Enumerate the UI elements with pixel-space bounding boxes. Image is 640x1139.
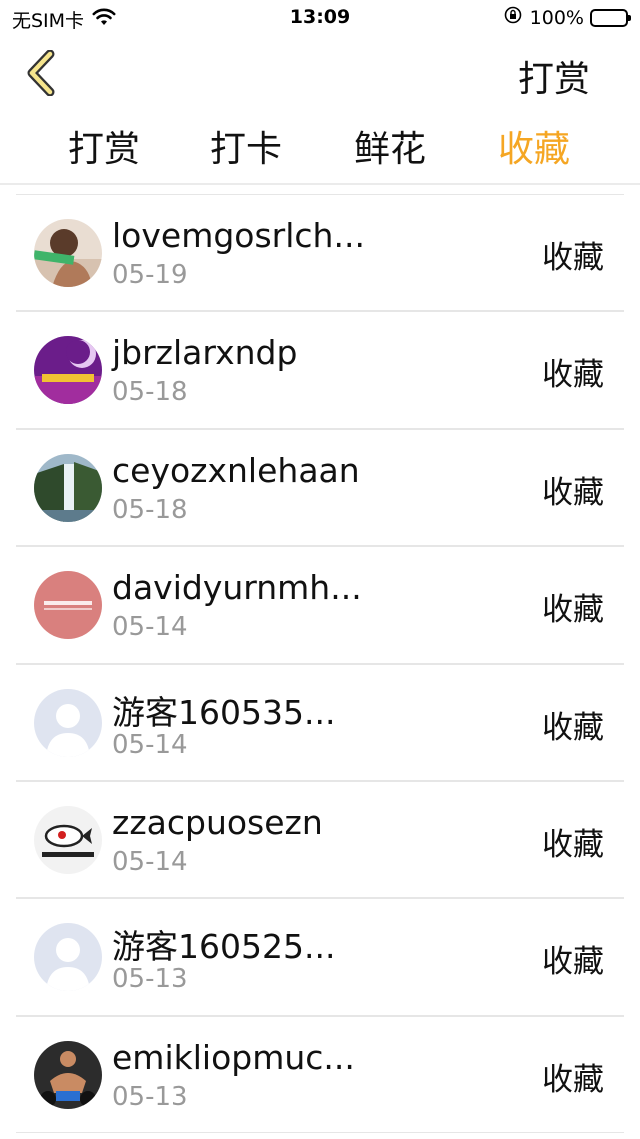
list-item[interactable]: zzacpuosezn 05-14 收藏 [0,780,640,899]
user-name: 游客160525... [112,927,336,967]
battery-percent: 100% [529,6,584,29]
tab-bar: 打赏 打卡 鲜花 收藏 [0,112,640,184]
red-text-badge-icon [34,571,102,640]
status-bar: 无SIM卡 13:09 100% [0,0,640,36]
tab-checkin[interactable]: 打卡 [186,120,306,172]
action-label: 收藏 [542,826,604,863]
chevron-left-icon [27,49,55,97]
date-label: 05-19 [112,260,188,290]
list-item[interactable]: emikliopmuc... 05-13 收藏 [0,1015,640,1134]
list-item[interactable]: 游客160535... 05-14 收藏 [0,663,640,782]
avatar[interactable] [34,1040,102,1109]
avatar[interactable] [34,219,102,287]
date-label: 05-13 [112,1081,188,1112]
action-label: 收藏 [542,474,604,511]
waterfall-icon [34,453,102,522]
avatar[interactable] [34,688,102,757]
default-person-icon [34,688,102,757]
avatar[interactable] [34,336,102,405]
date-label: 05-18 [112,494,188,525]
list-item[interactable]: jbrzlarxndp 05-18 收藏 [0,311,640,430]
photo-athlete-icon [34,1040,102,1109]
back-button[interactable] [22,49,62,97]
favorites-list: lovemgosrlch... 05-19 收藏 jbrzlarxndp 05-… [0,194,640,1134]
battery-icon [590,8,631,27]
action-label: 收藏 [542,1061,604,1098]
list-item[interactable]: 游客160525... 05-13 收藏 [0,898,640,1017]
battery-status: 100% [504,6,631,29]
user-name: 游客160535... [112,692,336,732]
user-name: lovemgosrlch... [112,216,365,255]
tab-favorites[interactable]: 收藏 [474,120,594,172]
whale-rocket-logo-icon [34,805,102,874]
date-label: 05-18 [112,377,188,408]
date-label: 05-14 [112,612,188,643]
page-title: 打赏 [517,59,590,100]
list-item[interactable]: ceyozxnlehaan 05-18 收藏 [0,428,640,547]
list-item[interactable]: lovemgosrlch... 05-19 收藏 [0,194,640,312]
navigation-bar: 打赏 [0,36,640,110]
date-label: 05-14 [112,729,188,760]
tab-reward[interactable]: 打赏 [44,120,164,172]
action-label: 收藏 [542,944,604,981]
date-label: 05-14 [112,846,188,877]
avatar[interactable] [34,571,102,640]
action-label: 收藏 [542,240,604,276]
avatar[interactable] [34,923,102,992]
user-name: davidyurnmh... [112,568,362,608]
purple-moon-icon [34,336,102,405]
user-name: emikliopmuc... [112,1037,355,1077]
action-label: 收藏 [542,357,604,394]
user-name: jbrzlarxndp [112,333,298,373]
user-name: zzacpuosezn [112,802,323,842]
date-label: 05-13 [112,964,188,995]
avatar[interactable] [34,453,102,522]
action-label: 收藏 [542,709,604,746]
tab-divider [0,183,640,185]
action-label: 收藏 [542,592,604,629]
orientation-lock-icon [504,6,522,29]
list-item[interactable]: davidyurnmh... 05-14 收藏 [0,546,640,664]
default-person-icon [34,923,102,992]
user-name: ceyozxnlehaan [112,450,360,490]
photo-woman-icon [34,219,102,287]
tab-flowers[interactable]: 鲜花 [330,120,450,172]
avatar[interactable] [34,805,102,874]
